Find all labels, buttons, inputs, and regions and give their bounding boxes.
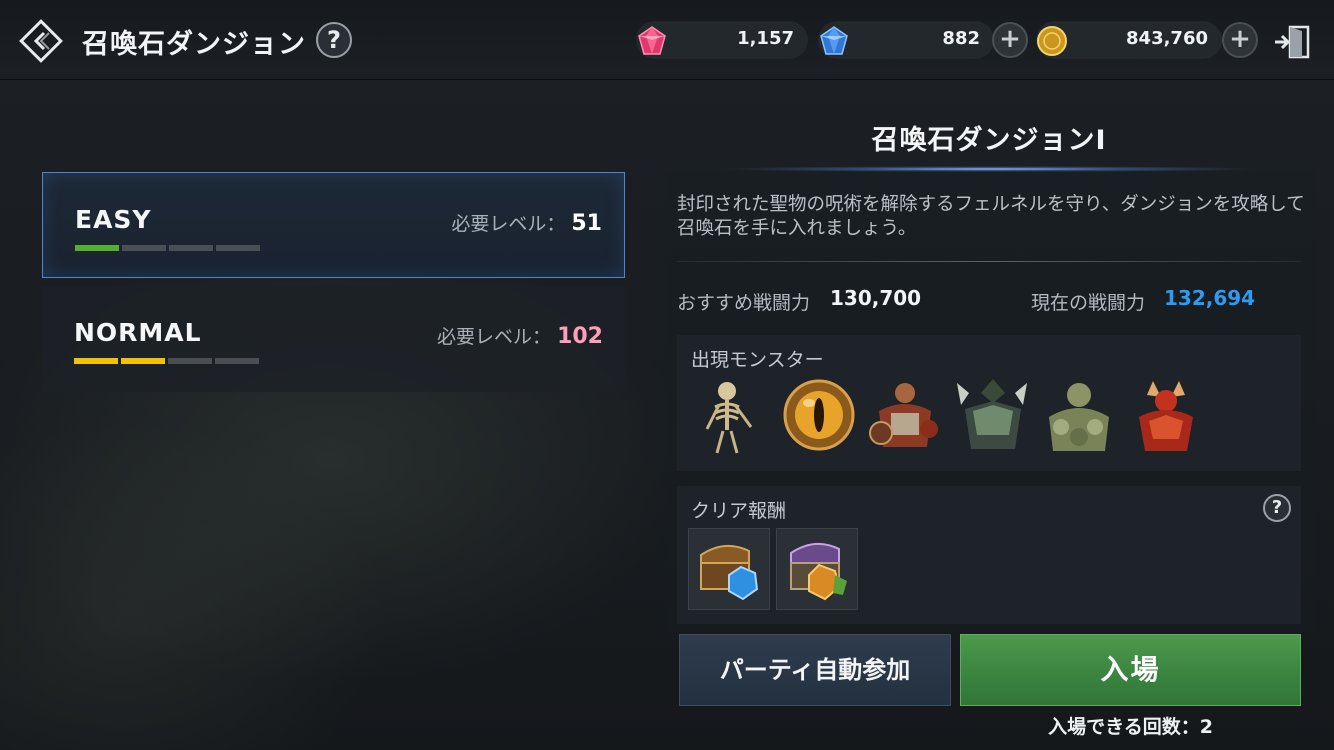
blue-gem-count: 882 <box>942 28 980 49</box>
rewards-section: クリア報酬 ? <box>677 486 1301 624</box>
gold-count: 843,760 <box>1126 28 1208 49</box>
difficulty-bars <box>74 358 259 364</box>
difficulty-name: NORMAL <box>74 318 202 347</box>
divider <box>677 261 1301 262</box>
page-title: 召喚石ダンジョン <box>82 29 306 60</box>
red-gem-icon <box>638 26 666 55</box>
treasure-chest-gold-icon <box>790 542 847 601</box>
difficulty-bar-empty <box>169 245 213 251</box>
top-bar: 召喚石ダンジョン ? 1,157 882 + 843,760 + <box>0 0 1334 80</box>
reward-slot[interactable] <box>776 528 858 610</box>
eye-orb-icon[interactable] <box>779 375 857 455</box>
gold-coin-icon <box>1037 26 1067 56</box>
difficulty-bar-empty <box>168 358 212 364</box>
required-level-label: 必要レベル： <box>451 213 566 235</box>
difficulty-bar-empty <box>216 245 260 251</box>
back-icon[interactable] <box>18 18 64 64</box>
treasure-chest-blue-icon <box>700 544 759 601</box>
help-button[interactable]: ? <box>316 22 352 58</box>
difficulty-normal[interactable]: NORMAL 必要レベル： 102 <box>42 286 625 392</box>
required-level: 必要レベル： 102 <box>437 322 603 349</box>
currency-blue-gem: 882 <box>818 21 994 59</box>
red-demon-icon[interactable] <box>1127 375 1205 455</box>
required-level-label: 必要レベル： <box>437 326 552 348</box>
current-power-value: 132,694 <box>1164 286 1256 310</box>
add-gold-button[interactable]: + <box>1222 22 1258 58</box>
difficulty-bar-empty <box>122 245 166 251</box>
recommended-power-label: おすすめ戦闘力 <box>677 292 811 314</box>
required-level-value: 51 <box>571 211 602 236</box>
enter-button[interactable]: 入場 <box>960 634 1301 706</box>
add-blue-gem-button[interactable]: + <box>992 22 1028 58</box>
blue-gem-icon <box>820 26 848 55</box>
currency-gold: 843,760 <box>1036 21 1222 59</box>
difficulty-bar-filled <box>74 358 118 364</box>
exit-icon[interactable] <box>1272 24 1312 60</box>
dungeon-description: 封印された聖物の呪術を解除するフェルネルを守り、ダンジョンを攻略して召喚石を手に… <box>677 194 1305 239</box>
rock-troll-icon[interactable] <box>1039 375 1117 455</box>
red-gem-count: 1,157 <box>737 28 794 49</box>
currency-red-gem: 1,157 <box>636 21 808 59</box>
dark-knight-icon[interactable] <box>953 375 1031 455</box>
difficulty-easy[interactable]: EASY 必要レベル： 51 <box>42 172 625 278</box>
difficulty-bar-empty <box>215 358 259 364</box>
reward-slot[interactable] <box>688 528 770 610</box>
monsters-label: 出現モンスター <box>691 349 824 371</box>
dungeon-title: 召喚石ダンジョンⅠ <box>871 125 1107 156</box>
armored-ogre-icon[interactable] <box>865 375 943 455</box>
rewards-label: クリア報酬 <box>691 500 787 522</box>
difficulty-bar-filled <box>121 358 165 364</box>
required-level-value: 102 <box>557 324 603 349</box>
auto-party-button[interactable]: パーティ自動参加 <box>679 634 951 706</box>
rewards-help-button[interactable]: ? <box>1263 494 1291 522</box>
recommended-power-value: 130,700 <box>830 286 922 310</box>
difficulty-bars <box>75 245 260 251</box>
monsters-section: 出現モンスター <box>677 335 1301 471</box>
required-level: 必要レベル： 51 <box>451 209 602 236</box>
enter-count-label: 入場できる回数：2 <box>1048 716 1213 738</box>
difficulty-bar-filled <box>75 245 119 251</box>
current-power-label: 現在の戦闘力 <box>1031 292 1146 314</box>
skeleton-icon[interactable] <box>691 375 769 455</box>
difficulty-name: EASY <box>75 205 152 234</box>
